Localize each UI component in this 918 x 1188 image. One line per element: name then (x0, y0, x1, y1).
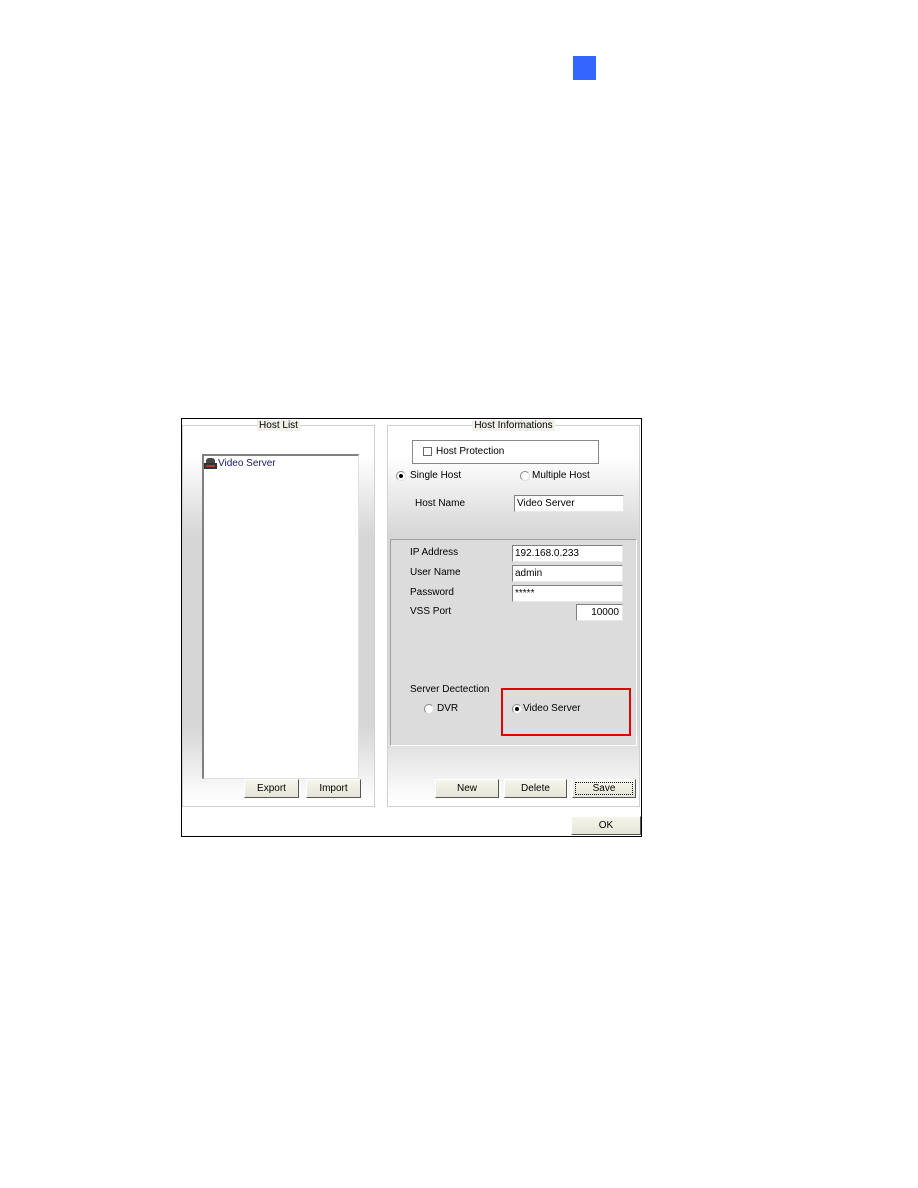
multiple-host-radio[interactable] (520, 471, 530, 481)
server-detection-label: Server Dectection (410, 684, 490, 695)
dvr-label: DVR (437, 703, 459, 714)
host-info-title: Host Informations (472, 420, 555, 431)
vss-port-input[interactable]: 10000 (576, 604, 623, 621)
host-listbox[interactable]: Video Server (202, 454, 359, 779)
password-label: Password (410, 587, 454, 598)
connection-panel: IP Address 192.168.0.233 User Name admin… (390, 539, 637, 746)
list-item[interactable]: Video Server (204, 456, 276, 470)
server-icon (204, 457, 217, 469)
host-list-title: Host List (257, 420, 300, 431)
single-host-label: Single Host (410, 470, 462, 481)
host-protection-checkbox[interactable] (423, 447, 432, 456)
new-button[interactable]: New (435, 779, 499, 798)
ok-button[interactable]: OK (571, 816, 641, 835)
password-input[interactable]: ***** (512, 585, 623, 602)
ip-address-label: IP Address (410, 547, 459, 558)
export-button[interactable]: Export (244, 779, 299, 798)
ip-address-input[interactable]: 192.168.0.233 (512, 545, 623, 562)
import-button[interactable]: Import (306, 779, 361, 798)
video-server-label: Video Server (523, 703, 581, 714)
list-item-label: Video Server (218, 457, 276, 469)
page-marker (573, 56, 596, 80)
multiple-host-label: Multiple Host (532, 470, 590, 481)
host-info-group: Host Informations Host Protection Single… (387, 420, 640, 807)
host-settings-dialog: Host List Video Server Export Import Hos… (181, 418, 642, 837)
user-name-label: User Name (410, 567, 461, 578)
host-name-label: Host Name (415, 498, 466, 509)
delete-button[interactable]: Delete (504, 779, 567, 798)
user-name-input[interactable]: admin (512, 565, 623, 582)
vss-port-label: VSS Port (410, 606, 452, 617)
host-list-group: Host List Video Server Export Import (182, 420, 375, 807)
single-host-radio[interactable] (396, 471, 406, 481)
video-server-radio[interactable] (512, 704, 522, 714)
dvr-radio[interactable] (424, 704, 434, 714)
host-protection-label: Host Protection (436, 446, 505, 457)
host-protection-box: Host Protection (412, 440, 599, 464)
host-name-input[interactable]: Video Server (514, 495, 624, 512)
save-button[interactable]: Save (572, 779, 636, 798)
